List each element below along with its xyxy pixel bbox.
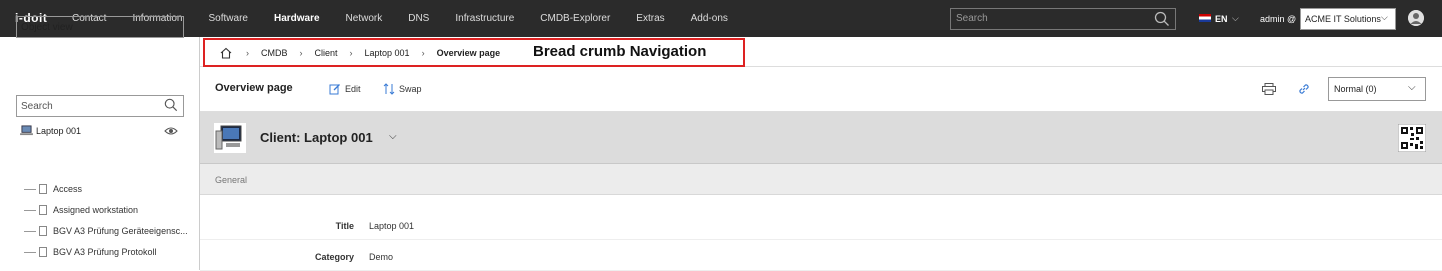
tree-item[interactable]: Assigned workstation [24,205,138,215]
object-header [200,112,1442,164]
field-row: Category Demo [200,240,1442,271]
tree-root-label: Laptop 001 [36,125,82,136]
chevron-down-icon[interactable]: ⌵ [1408,82,1416,93]
tree-root[interactable]: Laptop 001 [20,125,81,136]
nav-infrastructure[interactable]: Infrastructure [455,13,514,24]
print-icon[interactable] [1262,83,1276,95]
page-title: Overview page [215,82,293,94]
search-icon[interactable] [1154,11,1170,27]
swap-icon [383,83,395,95]
nav-dns[interactable]: DNS [408,13,429,24]
laptop-icon [20,125,33,136]
language-select[interactable]: EN [1215,14,1228,24]
computer-icon [214,123,246,153]
section-label: General [215,175,248,185]
field-row: Title Laptop 001 [200,209,1442,240]
tree-item[interactable]: Access [24,184,82,194]
swap-button[interactable]: Swap [383,83,422,95]
highlight-box [203,38,745,67]
qr-code-icon[interactable] [1398,124,1426,152]
field-value: Demo [369,252,394,262]
nav-extras[interactable]: Extras [636,13,664,24]
tree-item[interactable]: BGV A3 Prüfung Protokoll [24,247,157,257]
document-icon [39,226,47,236]
link-icon[interactable] [1297,82,1311,96]
nav-add-ons[interactable]: Add-ons [691,13,728,24]
avatar-icon[interactable] [1408,10,1424,26]
eye-icon[interactable] [164,126,178,136]
chevron-down-icon[interactable]: ⌵ [1381,12,1388,23]
field-label: Title [335,221,354,231]
field-label: Category [314,252,354,262]
flag-icon[interactable] [1199,14,1211,22]
nav-software[interactable]: Software [209,13,248,24]
search-icon[interactable] [164,98,178,112]
object-view-select[interactable]: Object view [16,16,184,38]
nav-cmdb-explorer[interactable]: CMDB-Explorer [540,13,610,24]
tree-item[interactable]: BGV A3 Prüfung Geräteeigensc... [24,226,188,236]
chevron-down-icon[interactable]: ⌵ [389,131,397,142]
global-search-input[interactable]: Search [950,8,1176,30]
field-value: Laptop 001 [369,221,415,231]
document-icon [39,247,47,257]
chevron-down-icon[interactable]: ⌵ [166,20,174,31]
sidebar-search-input[interactable]: Search [16,95,184,117]
chevron-down-icon[interactable]: ⌵ [1232,13,1239,24]
section-header[interactable]: General [200,164,1442,195]
document-icon [39,184,47,194]
nav-hardware[interactable]: Hardware [274,13,320,24]
edit-button[interactable]: Edit [329,83,361,95]
edit-icon [329,84,340,95]
user-label: admin @ [1260,14,1297,24]
nav-network[interactable]: Network [346,13,383,24]
document-icon [39,205,47,215]
object-title: Client: Laptop 001 [260,130,373,145]
